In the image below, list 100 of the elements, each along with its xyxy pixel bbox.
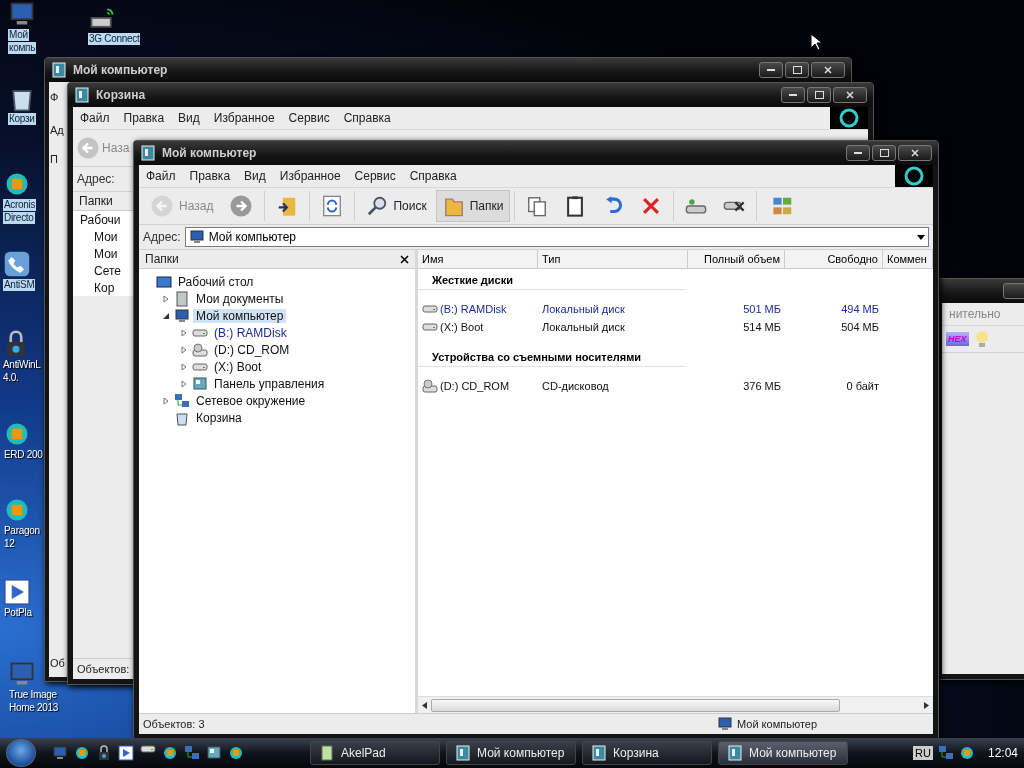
taskbar-button[interactable]: Корзина	[582, 741, 712, 765]
menu-item[interactable]: Ф	[50, 91, 59, 103]
address-field[interactable]: Мой компьютер	[184, 227, 929, 247]
desktop-icon-label[interactable]: AntiWinL	[2, 359, 42, 371]
close-icon	[846, 91, 854, 99]
column-header[interactable]: Свободно	[785, 250, 883, 268]
desktop-icon-label[interactable]: Paragon	[3, 525, 41, 537]
tree-item[interactable]: Мои документы	[193, 291, 287, 306]
menu-item[interactable]: Сервис	[281, 111, 337, 125]
drive-name[interactable]: (X:) Boot	[440, 321, 488, 333]
play-icon	[3, 578, 31, 606]
minimize-button[interactable]	[846, 145, 870, 161]
tree-item[interactable]: (D:) CD_ROM	[211, 342, 293, 357]
desktop-icon-label[interactable]: Корзи	[8, 113, 36, 125]
desktop-icon-label[interactable]: PotPla	[3, 607, 33, 619]
menu-item[interactable]: Справка	[402, 169, 464, 183]
folders-button[interactable]: Папки	[435, 190, 511, 222]
control-panel-icon	[192, 375, 208, 392]
network-icon	[184, 745, 200, 761]
tree-item[interactable]: Рабочи	[77, 212, 124, 227]
desktop-icon-label[interactable]: AntiSM	[3, 279, 36, 291]
close-pane-button[interactable]	[400, 252, 409, 266]
menu-item[interactable]: Правка	[116, 111, 172, 125]
tree-item[interactable]: Мои	[91, 229, 121, 244]
desktop-icon-label[interactable]: True Image	[8, 689, 58, 701]
start-button[interactable]	[6, 739, 36, 767]
collapsed-arrow-icon[interactable]	[162, 294, 170, 303]
taskbar-button[interactable]: Мой компьютер	[446, 741, 576, 765]
column-header[interactable]: Полный объем	[688, 250, 785, 268]
menu-item[interactable]: Избранное	[272, 169, 348, 183]
window-icon	[727, 745, 743, 761]
menu-item[interactable]: Вид	[237, 169, 273, 183]
tree-item[interactable]: Мои	[91, 246, 121, 261]
collapsed-arrow-icon[interactable]	[162, 396, 170, 405]
cd-drive-icon	[192, 341, 208, 358]
minimize-button[interactable]	[781, 87, 805, 103]
table-cell-text: 0 байт	[845, 380, 880, 392]
taskbar-button[interactable]: Мой компьютер	[718, 741, 848, 765]
logo-icon	[830, 107, 868, 129]
tree-item[interactable]: Сетевое окружение	[193, 393, 309, 408]
app-icon	[74, 745, 90, 761]
menu-item[interactable]: Файл	[139, 169, 183, 183]
pane-title: П	[50, 153, 58, 165]
maximize-button[interactable]	[807, 87, 831, 103]
close-button[interactable]	[898, 145, 932, 161]
menu-item[interactable]: Справка	[336, 111, 398, 125]
menu-item[interactable]: Избранное	[206, 111, 282, 125]
drive-name[interactable]: (B:) RAMDisk	[440, 303, 511, 315]
tree-item[interactable]: Рабочий стол	[175, 274, 257, 289]
dropdown-arrow-icon[interactable]	[917, 234, 925, 240]
tree-item[interactable]: Мой компьютер	[193, 308, 287, 323]
desktop-icon-label[interactable]: 12	[3, 538, 16, 550]
maximize-icon	[814, 91, 824, 99]
drive-name[interactable]: (D:) CD_ROM	[440, 380, 514, 392]
desktop-icon-label[interactable]: ERD 200	[3, 449, 44, 461]
desktop-icon-label[interactable]: компь	[8, 42, 37, 54]
pane-title: Папки	[145, 252, 179, 266]
status-text: Объектов:	[76, 663, 131, 675]
status-text: Объектов: 3	[142, 718, 206, 730]
maximize-button[interactable]	[872, 145, 896, 161]
cd-drive-icon	[422, 378, 438, 394]
column-header[interactable]: Тип	[538, 250, 688, 268]
folder-icon	[174, 290, 190, 307]
close-icon	[911, 149, 919, 157]
desktop-icon	[156, 273, 172, 290]
phone-icon	[3, 250, 31, 278]
desktop-icon-label[interactable]: 3G Connect	[88, 33, 141, 45]
minimize-button[interactable]	[759, 62, 783, 78]
tree-item[interactable]: Корзина	[193, 410, 245, 425]
tree-item[interactable]: Сете	[91, 263, 124, 278]
language-indicator[interactable]: RU	[913, 746, 933, 760]
computer-icon	[717, 716, 733, 732]
close-button[interactable]	[811, 62, 845, 78]
search-button[interactable]: Поиск	[359, 190, 434, 222]
desktop-icon-label[interactable]: 4.0.	[2, 372, 20, 384]
minimize-icon	[854, 152, 862, 154]
app-icon	[228, 745, 244, 761]
scroll-left-icon[interactable]	[422, 701, 427, 709]
taskbar-button[interactable]: AkelPad	[310, 741, 440, 765]
desktop-icon-label[interactable]: Мой	[8, 29, 29, 41]
scroll-right-icon[interactable]	[924, 701, 929, 709]
close-button[interactable]	[833, 87, 867, 103]
tree-item[interactable]: (X:) Boot	[211, 359, 265, 374]
tree-item[interactable]: (B:) RAMDisk	[211, 325, 290, 340]
column-header[interactable]: Коммен	[883, 250, 933, 268]
expanded-arrow-icon[interactable]	[162, 311, 170, 320]
menu-item[interactable]: Вид	[171, 111, 207, 125]
table-cell-text: 501 МБ	[742, 303, 782, 315]
horizontal-scrollbar[interactable]	[418, 696, 933, 713]
menu-item[interactable]: Сервис	[347, 169, 403, 183]
desktop-icon-label[interactable]: Directo	[3, 212, 35, 224]
desktop-icon-label[interactable]: Home 2013	[8, 702, 59, 714]
table-cell-text: Локальный диск	[541, 303, 626, 315]
column-header[interactable]: Имя	[418, 250, 538, 268]
menu-item[interactable]: Правка	[182, 169, 238, 183]
maximize-button[interactable]	[785, 62, 809, 78]
tree-item[interactable]: Панель управления	[211, 376, 328, 391]
tree-item[interactable]: Кор	[91, 280, 118, 295]
menu-item[interactable]: Файл	[73, 111, 117, 125]
desktop-icon-label[interactable]: Acronis	[3, 199, 37, 211]
